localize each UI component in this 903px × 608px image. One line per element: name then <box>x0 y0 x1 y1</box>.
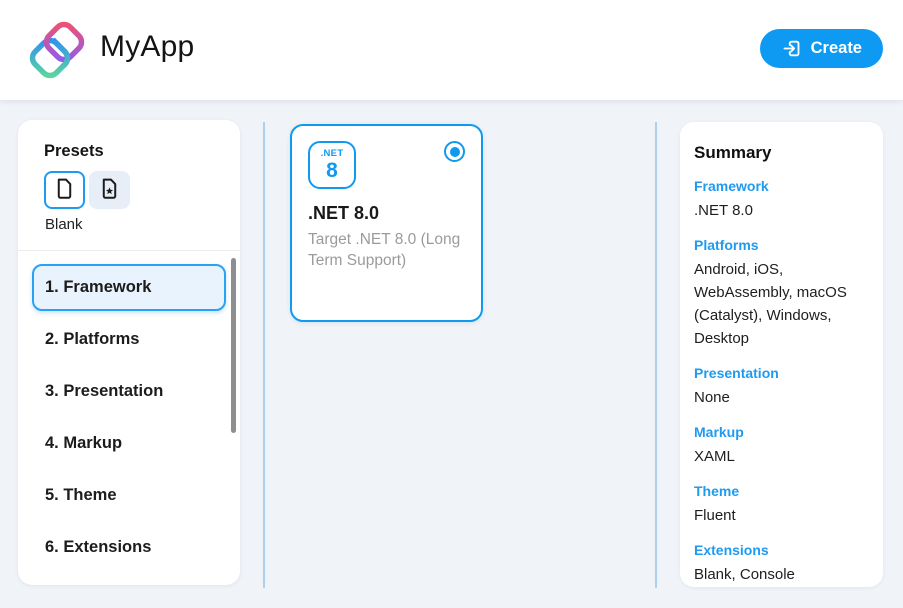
summary-label-presentation: Presentation <box>694 365 865 381</box>
summary-label-platforms: Platforms <box>694 237 865 253</box>
sidebar-scrollbar[interactable] <box>231 258 236 433</box>
summary-label-markup: Markup <box>694 424 865 440</box>
summary-label-extensions: Extensions <box>694 542 865 558</box>
step-item-extensions[interactable]: 6. Extensions <box>32 524 226 571</box>
summary-value-extensions: Blank, Console <box>694 563 865 586</box>
framework-radio-selected[interactable] <box>444 141 465 162</box>
badge-text-8: 8 <box>326 160 338 181</box>
framework-card-header: .NET 8 <box>308 141 465 189</box>
summary-value-presentation: None <box>694 386 865 409</box>
sidebar-divider <box>18 250 240 251</box>
app-window: MyApp Create Presets <box>0 0 903 608</box>
summary-value-framework: .NET 8.0 <box>694 199 865 222</box>
app-logo-icon <box>28 21 86 79</box>
sidebar-panel: Presets Blank 1. Framew <box>18 120 240 585</box>
framework-card-description: Target .NET 8.0 (Long Term Support) <box>308 230 465 272</box>
starred-document-icon <box>97 176 122 204</box>
presets-heading: Presets <box>44 142 240 161</box>
summary-label-theme: Theme <box>694 483 865 499</box>
divider-content-summary <box>655 122 657 588</box>
framework-card-title: .NET 8.0 <box>308 203 465 224</box>
enter-arrow-icon <box>781 38 802 59</box>
preset-starter-button[interactable] <box>89 171 130 209</box>
preset-blank-button[interactable] <box>44 171 85 209</box>
selected-preset-label: Blank <box>45 216 240 233</box>
summary-value-markup: XAML <box>694 445 865 468</box>
step-item-framework[interactable]: 1. Framework <box>32 264 226 311</box>
dotnet-8-badge-icon: .NET 8 <box>308 141 356 189</box>
create-button[interactable]: Create <box>760 29 883 68</box>
page-title: MyApp <box>100 30 194 64</box>
preset-buttons-row <box>44 171 240 209</box>
framework-option-card[interactable]: .NET 8 .NET 8.0 Target .NET 8.0 (Long Te… <box>290 124 483 322</box>
summary-value-theme: Fluent <box>694 504 865 527</box>
wizard-step-list: 1. Framework 2. Platforms 3. Presentatio… <box>32 264 226 571</box>
step-item-platforms[interactable]: 2. Platforms <box>32 316 226 363</box>
summary-value-platforms: Android, iOS, WebAssembly, macOS (Cataly… <box>694 258 865 350</box>
create-button-label: Create <box>811 39 862 58</box>
summary-label-framework: Framework <box>694 178 865 194</box>
step-item-markup[interactable]: 4. Markup <box>32 420 226 467</box>
step-item-presentation[interactable]: 3. Presentation <box>32 368 226 415</box>
blank-document-icon <box>52 176 77 204</box>
divider-sidebar-content <box>263 122 265 588</box>
step-item-theme[interactable]: 5. Theme <box>32 472 226 519</box>
badge-text-net: .NET <box>321 149 344 159</box>
summary-heading: Summary <box>694 143 865 163</box>
header-bar: MyApp Create <box>0 0 903 100</box>
summary-panel: Summary Framework .NET 8.0 Platforms And… <box>680 122 883 587</box>
